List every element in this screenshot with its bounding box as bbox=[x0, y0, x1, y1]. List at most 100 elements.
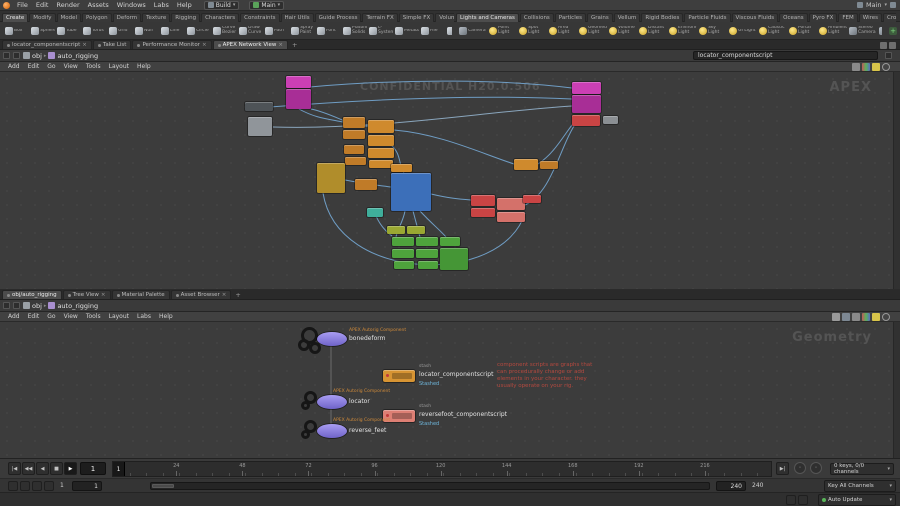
shelf-tab-volume[interactable]: Volume bbox=[435, 13, 454, 22]
shelf-tool-spot-light[interactable]: Spot Light bbox=[518, 23, 548, 39]
shelf-tab-model[interactable]: Model bbox=[56, 13, 82, 22]
apex-node[interactable] bbox=[418, 261, 438, 269]
apex-node[interactable] bbox=[343, 117, 365, 128]
shelf-tab-terrain-fx[interactable]: Terrain FX bbox=[362, 13, 398, 22]
network-menu-layout[interactable]: Layout bbox=[105, 313, 133, 320]
desktop-selector[interactable]: Build ▾ bbox=[203, 0, 240, 10]
range-end-field[interactable]: 240 bbox=[716, 481, 746, 491]
node-path-field[interactable]: locator_componentscript bbox=[693, 51, 878, 60]
network-scrollbar[interactable] bbox=[893, 322, 900, 458]
shelf-tool-environment-light[interactable]: Environment Light bbox=[668, 23, 698, 39]
tab-close-icon[interactable]: × bbox=[101, 292, 106, 298]
shelf-tool-line[interactable]: Line bbox=[160, 23, 186, 39]
apex-node[interactable] bbox=[514, 159, 538, 170]
network-menu-add[interactable]: Add bbox=[4, 63, 24, 70]
locator-node[interactable] bbox=[317, 395, 347, 409]
playhead[interactable]: 1 bbox=[113, 462, 125, 476]
shelf-tool-l-system[interactable]: L-System bbox=[368, 23, 394, 39]
shelf-tool-gi-light[interactable]: GI Light bbox=[728, 23, 758, 39]
apex-node[interactable] bbox=[391, 173, 431, 211]
shelf-tab-create[interactable]: Create bbox=[2, 13, 29, 22]
shelf-tool-tube[interactable]: Tube bbox=[56, 23, 82, 39]
shelf-tool-file[interactable]: File bbox=[420, 23, 446, 39]
apex-node[interactable] bbox=[368, 120, 394, 133]
shelf-tab-hair-utils[interactable]: Hair Utils bbox=[280, 13, 314, 22]
apex-node[interactable] bbox=[369, 160, 393, 168]
shelf-tab-deform[interactable]: Deform bbox=[112, 13, 142, 22]
shelf-tool-grid[interactable]: Grid bbox=[108, 23, 134, 39]
network-menu-layout[interactable]: Layout bbox=[105, 63, 133, 70]
pane-maximize-icon[interactable] bbox=[880, 42, 887, 49]
previous-keyframe-button[interactable]: ◀◀ bbox=[22, 462, 35, 475]
shelf-tab-polygon[interactable]: Polygon bbox=[82, 13, 112, 22]
apex-node[interactable] bbox=[497, 198, 525, 210]
network-menu-view[interactable]: View bbox=[60, 313, 82, 320]
range-slider-handle[interactable] bbox=[152, 484, 174, 488]
network-menu-view[interactable]: View bbox=[60, 63, 82, 70]
layout-grid-icon[interactable] bbox=[852, 312, 860, 321]
apex-node[interactable] bbox=[394, 261, 414, 269]
menubar-menu-assets[interactable]: Assets bbox=[84, 1, 113, 9]
reverse-feet-node[interactable] bbox=[317, 424, 347, 438]
step-mode-icon[interactable] bbox=[20, 481, 30, 491]
apex-node[interactable] bbox=[344, 145, 364, 154]
zoom-icon[interactable] bbox=[882, 312, 890, 321]
color-palette-icon[interactable] bbox=[862, 312, 870, 321]
pane-menu-icon[interactable] bbox=[889, 42, 896, 49]
tab-close-icon[interactable]: × bbox=[82, 42, 87, 48]
menubar-menu-labs[interactable]: Labs bbox=[150, 1, 173, 9]
shelf-tool-curve-bezier[interactable]: Curve Bezier bbox=[212, 23, 238, 39]
network-menu-go[interactable]: Go bbox=[43, 63, 59, 70]
apex-node[interactable] bbox=[355, 179, 377, 190]
path-history-icon[interactable] bbox=[13, 302, 20, 309]
apex-node[interactable] bbox=[245, 102, 273, 111]
shelf-tab-texture[interactable]: Texture bbox=[142, 13, 171, 22]
zoom-icon[interactable] bbox=[882, 62, 890, 71]
shelf-tab-lights-and-cameras[interactable]: Lights and Cameras bbox=[456, 13, 519, 22]
apex-node[interactable] bbox=[248, 117, 272, 136]
shelf-tool-volume-light[interactable]: Volume Light bbox=[608, 23, 638, 39]
path-history-icon[interactable] bbox=[13, 52, 20, 59]
pane-tab-tree-view[interactable]: Tree View × bbox=[62, 290, 111, 299]
audio-toggle-icon[interactable] bbox=[32, 481, 42, 491]
shelf-tab-modify[interactable]: Modify bbox=[29, 13, 56, 22]
apex-node[interactable] bbox=[286, 89, 311, 109]
play-reverse-button[interactable]: ◀ bbox=[36, 462, 49, 475]
shelf-tab-collisions[interactable]: Collisions bbox=[519, 13, 554, 22]
stop-button[interactable]: ■ bbox=[50, 462, 63, 475]
shelf-tool-box[interactable]: Box bbox=[4, 23, 30, 39]
pane-tab-asset-browser[interactable]: Asset Browser × bbox=[170, 290, 232, 299]
shelf-tab-rigging[interactable]: Rigging bbox=[171, 13, 201, 22]
shelf-tool-camera[interactable]: Camera bbox=[458, 23, 488, 39]
apex-node[interactable] bbox=[368, 135, 394, 146]
shelf-tool-portal-light[interactable]: Portal Light bbox=[788, 23, 818, 39]
path-pin-icon[interactable] bbox=[3, 302, 10, 309]
shelf-tab-particle-fluids[interactable]: Particle Fluids bbox=[684, 13, 731, 22]
shelf-tab-oceans[interactable]: Oceans bbox=[779, 13, 808, 22]
breadcrumb-item-auto-rigging[interactable]: auto_rigging bbox=[57, 52, 98, 60]
pane-tab-take-list[interactable]: Take List bbox=[92, 40, 132, 49]
apex-node[interactable] bbox=[540, 161, 558, 169]
shelf-tool-stereo-camera[interactable]: Stereo Camera bbox=[848, 23, 878, 39]
shelf-tab-rigid-bodies[interactable]: Rigid Bodies bbox=[641, 13, 684, 22]
apex-node[interactable] bbox=[286, 76, 311, 88]
pane-tab-apex-network-view[interactable]: APEX Network View × bbox=[212, 40, 289, 49]
tab-close-icon[interactable]: × bbox=[222, 292, 227, 298]
shelf-tab-simple-fx[interactable]: Simple FX bbox=[398, 13, 435, 22]
snapshot-camera-icon[interactable] bbox=[842, 312, 850, 321]
message-log-icon[interactable] bbox=[786, 495, 796, 505]
scene-selector[interactable]: Main ▾ bbox=[249, 0, 285, 10]
range-start-field[interactable]: 1 bbox=[72, 481, 102, 491]
pane-tab-performance-monitor[interactable]: Performance Monitor × bbox=[132, 40, 212, 49]
apex-node[interactable] bbox=[572, 115, 600, 126]
color-palette-icon[interactable] bbox=[862, 62, 870, 71]
locator-componentscript-node[interactable] bbox=[383, 370, 415, 382]
shelf-tool-path[interactable]: Path bbox=[264, 23, 290, 39]
pane-tab-locator-componentscript[interactable]: locator_componentscript × bbox=[2, 40, 92, 49]
breadcrumb-item-obj[interactable]: obj bbox=[32, 302, 42, 310]
shelf-tool-distant-light[interactable]: Distant Light bbox=[638, 23, 668, 39]
menubar-menu-windows[interactable]: Windows bbox=[113, 1, 150, 9]
pane-tab-obj-auto-rigging[interactable]: obj/auto_rigging bbox=[2, 290, 62, 299]
menubar-menu-help[interactable]: Help bbox=[173, 1, 196, 9]
apex-node[interactable] bbox=[497, 212, 525, 222]
